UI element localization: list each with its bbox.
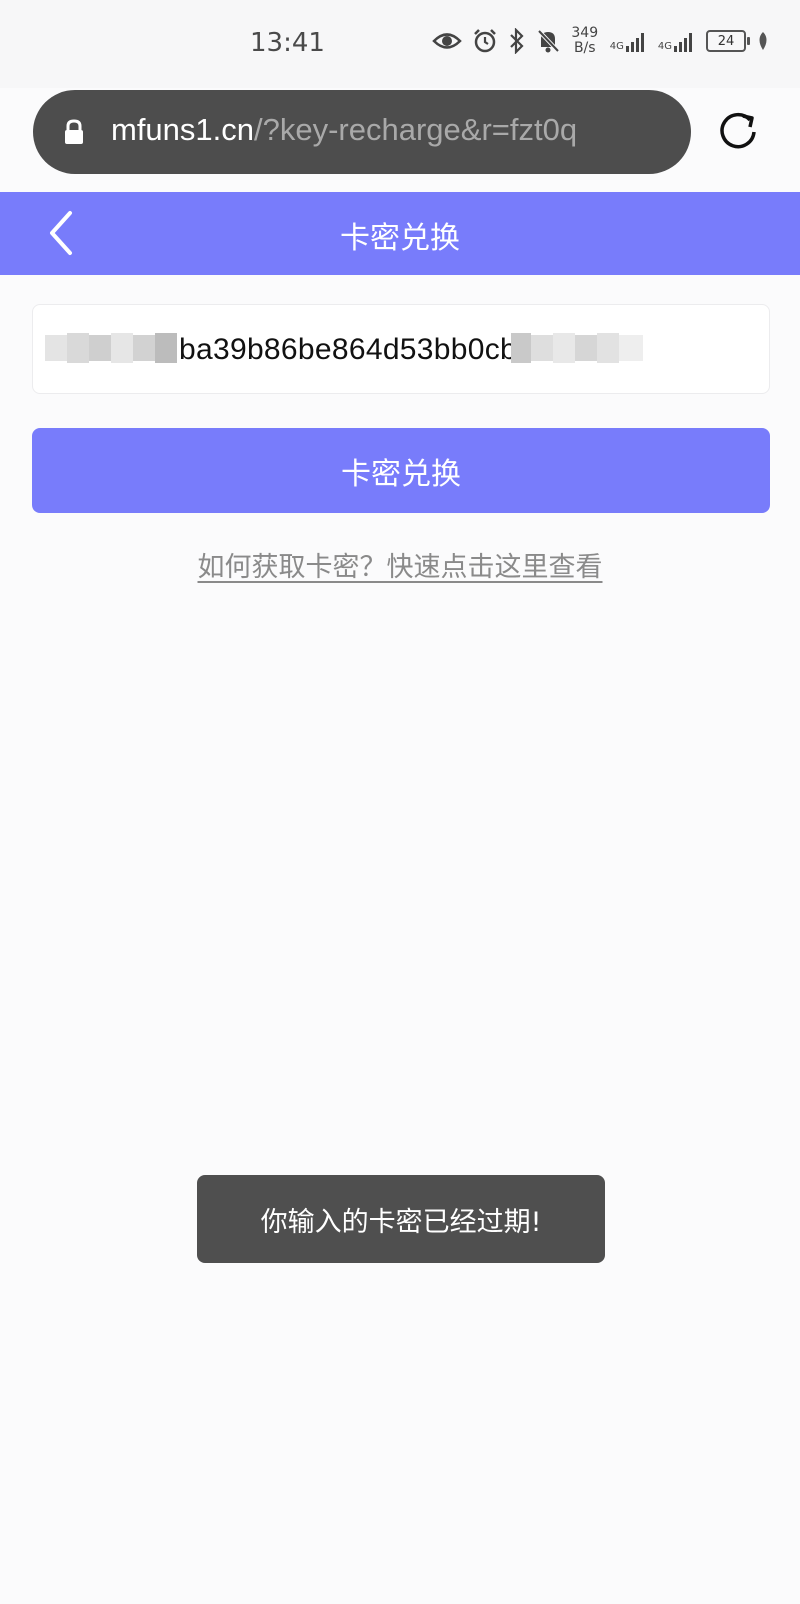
bluetooth-icon <box>509 28 524 54</box>
signal-bars-icon <box>625 33 644 52</box>
page-header: 卡密兑换 <box>0 192 800 275</box>
battery-indicator: 24 <box>706 30 750 52</box>
toast-text: 你输入的卡密已经过期! <box>260 1206 542 1238</box>
status-bar: 13:41 349 B/s 4G 4G 24 <box>0 0 800 88</box>
blurred-text-right <box>511 333 643 363</box>
network-speed-value: 349 <box>571 25 599 41</box>
url-bar[interactable]: mfuns1.cn/?key-recharge&r=fzt0q <box>33 90 691 174</box>
help-link[interactable]: 如何获取卡密？快速点击这里查看 <box>0 545 800 584</box>
network-speed-unit: B/s <box>573 40 596 56</box>
blurred-text-left <box>45 333 177 363</box>
alarm-icon <box>473 29 496 53</box>
redeem-button[interactable]: 卡密兑换 <box>32 428 770 513</box>
status-icons: 349 B/s 4G 4G 24 <box>431 26 770 56</box>
mute-bell-icon <box>537 29 560 53</box>
signal-bars-icon <box>674 33 692 52</box>
signal-sim1: 4G <box>610 30 648 52</box>
card-key-value: ba39b86be864d53bb0cb <box>179 333 518 366</box>
network-speed: 349 B/s <box>570 26 600 56</box>
toast-message: 你输入的卡密已经过期! <box>197 1175 605 1263</box>
reload-icon[interactable] <box>716 108 760 152</box>
page-title: 卡密兑换 <box>340 221 460 256</box>
leaf-icon <box>759 32 767 50</box>
eye-icon <box>431 33 462 49</box>
signal-sim2: 4G <box>658 30 696 52</box>
lock-icon <box>65 119 83 144</box>
url-path: /?key-recharge&r=fzt0q <box>254 112 578 147</box>
url-text[interactable]: mfuns1.cn/?key-recharge&r=fzt0q <box>111 112 577 148</box>
status-time: 13:41 <box>250 28 325 58</box>
sim1-label: 4G <box>609 41 624 52</box>
card-key-input[interactable]: ba39b86be864d53bb0cb <box>32 304 770 394</box>
sim2-label: 4G <box>657 41 672 52</box>
battery-level: 24 <box>717 33 735 49</box>
url-domain: mfuns1.cn <box>111 112 255 147</box>
